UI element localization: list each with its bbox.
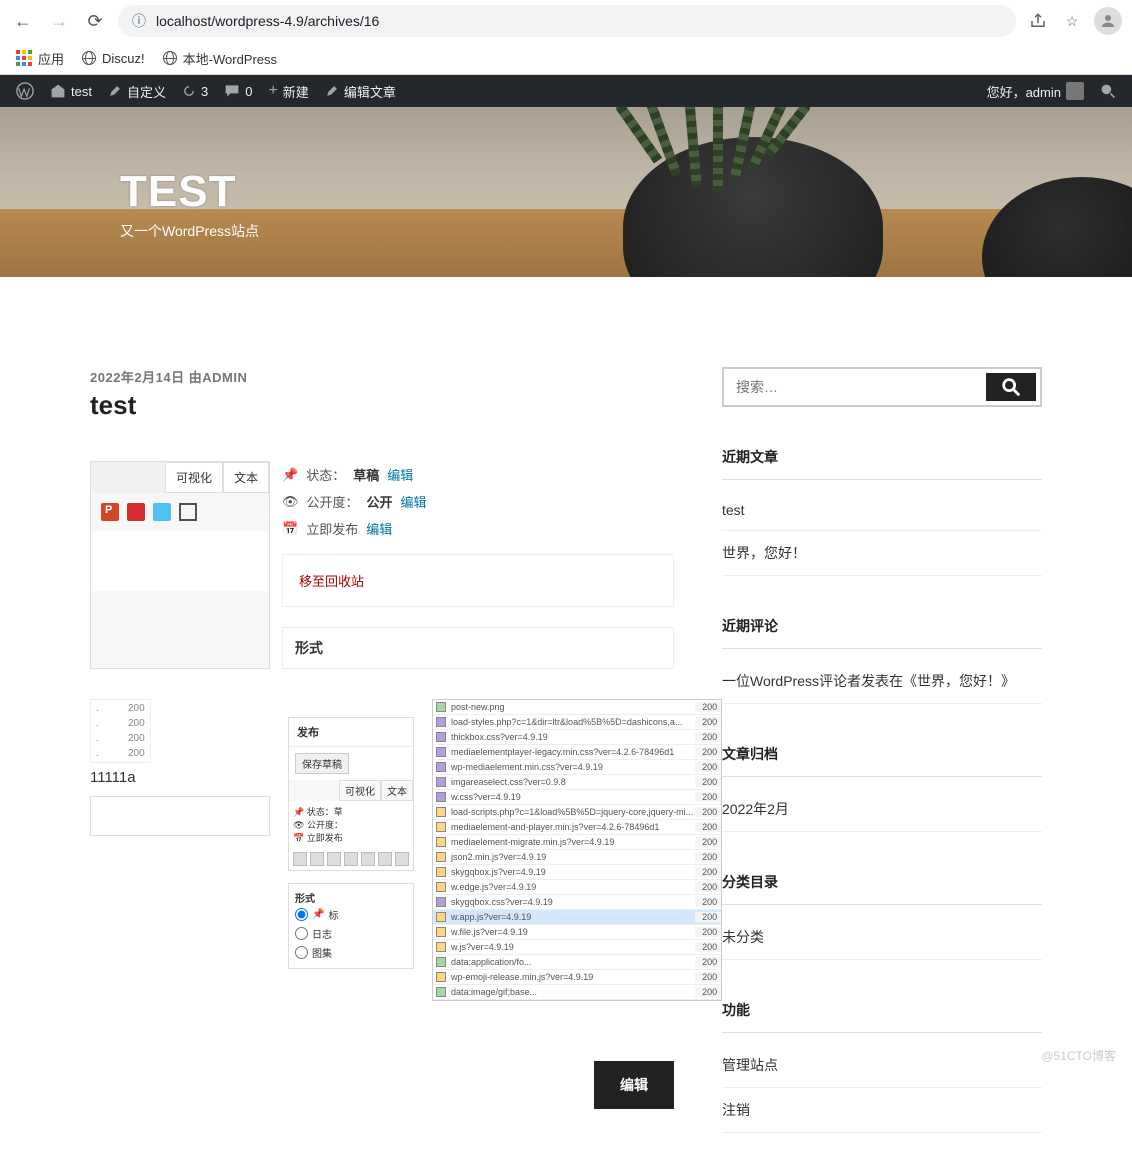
text-111: 11111a [90,769,270,786]
edit-post-button[interactable]: 编辑 [594,1061,674,1109]
fullscreen-icon[interactable] [179,503,197,521]
network-row[interactable]: w.app.js?ver=4.9.19200 [433,910,721,925]
list-item[interactable]: 注销 [722,1088,1042,1133]
network-row[interactable]: wp-emoji-release.min.js?ver=4.9.19200 [433,970,721,985]
info-icon[interactable]: ⓘ [132,11,146,31]
profile-avatar[interactable] [1094,7,1122,35]
search-button[interactable] [986,373,1036,401]
network-row[interactable]: w.js?ver=4.9.19200 [433,940,721,955]
post-author[interactable]: ADMIN [202,370,247,385]
post-meta: 2022年2月14日 由ADMIN [90,367,674,386]
editor-screenshot: 可视化 文本 [90,461,270,669]
share-icon[interactable] [1026,9,1050,33]
apps-icon [16,50,32,66]
browser-toolbar: ← → ⟳ ⓘ localhost/wordpress-4.9/archives… [0,0,1132,42]
edit-status-link[interactable]: 编辑 [387,465,413,484]
back-button[interactable]: ← [10,8,36,34]
network-row[interactable]: post-new.png200 [433,700,721,715]
list-item[interactable]: test [722,490,1042,531]
tab-visual[interactable]: 可视化 [165,462,223,493]
ppt-icon[interactable] [101,503,119,521]
widget-meta: 功能 管理站点注销 [722,1000,1042,1133]
list-item[interactable]: 世界，您好！ [722,531,1042,576]
wp-admin-bar: test 自定义 3 0 +新建 编辑文章 您好，admin [0,75,1132,107]
browser-chrome: ← → ⟳ ⓘ localhost/wordpress-4.9/archives… [0,0,1132,75]
network-row[interactable]: imgareaselect.css?ver=0.9.8200 [433,775,721,790]
network-row[interactable]: w.file.js?ver=4.9.19200 [433,925,721,940]
mini-format-box: 形式 📌标 日志 图集 [288,883,414,969]
site-tagline: 又一个WordPress站点 [120,221,259,241]
network-row[interactable]: data:application/fo...200 [433,955,721,970]
sidebar: 近期文章 test世界，您好！ 近期评论 一位WordPress评论者发表在《世… [722,367,1042,1133]
mini-publish-box: 发布 保存草稿 可视化文本 📌 状态：草 👁 公开度： 📅 立即发布 [288,717,414,871]
site-title[interactable]: TEST [120,167,259,217]
ab-new[interactable]: +新建 [260,75,316,107]
pdf-icon[interactable] [127,503,145,521]
widget-categories: 分类目录 未分类 [722,872,1042,960]
edit-schedule-link[interactable]: 编辑 [366,519,392,538]
network-row[interactable]: w.edge.js?ver=4.9.19200 [433,880,721,895]
globe-icon [82,51,96,65]
edit-visibility-link[interactable]: 编辑 [401,492,427,511]
calendar-icon: 📅 [282,521,298,537]
search-form [722,367,1042,407]
network-row[interactable]: load-scripts.php?c=1&load%5B%5D=jquery-c… [433,805,721,820]
network-row[interactable]: w.css?ver=4.9.19200 [433,790,721,805]
tiny-table: .200.200.200.200 [90,699,151,763]
network-row[interactable]: json2.min.js?ver=4.9.19200 [433,850,721,865]
network-row[interactable]: wp-mediaelement.min.css?ver=4.9.19200 [433,760,721,775]
network-panel: post-new.png200load-styles.php?c=1&dir=l… [432,699,722,1001]
user-avatar-icon [1066,82,1084,100]
network-row[interactable]: mediaelement-migrate.min.js?ver=4.9.1920… [433,835,721,850]
post-date: 2022年2月14日 [90,370,185,385]
apps-label: 应用 [38,49,64,68]
bookmarks-bar: 应用 Discuz! 本地-WordPress [0,42,1132,74]
pin-icon: 📌 [282,467,298,483]
network-row[interactable]: skygqbox.js?ver=4.9.19200 [433,865,721,880]
globe-icon [163,51,177,65]
network-row[interactable]: thickbox.css?ver=4.9.19200 [433,730,721,745]
network-row[interactable]: load-styles.php?c=1&dir=ltr&load%5B%5D=d… [433,715,721,730]
image-icon[interactable] [153,503,171,521]
widget-archives: 文章归档 2022年2月 [722,744,1042,832]
list-item[interactable]: 管理站点 [722,1043,1042,1088]
bookmark-discuz[interactable]: Discuz! [82,51,145,66]
address-bar[interactable]: ⓘ localhost/wordpress-4.9/archives/16 [118,5,1016,37]
list-item[interactable]: 2022年2月 [722,787,1042,832]
ab-site[interactable]: test [42,75,100,107]
format-title: 形式 [282,627,674,669]
list-item[interactable]: 未分类 [722,915,1042,960]
ab-edit[interactable]: 编辑文章 [317,75,404,107]
ab-customize[interactable]: 自定义 [100,75,174,107]
watermark: @51CTO博客 [1041,1047,1116,1064]
tab-text[interactable]: 文本 [223,462,269,493]
post-title: test [90,390,674,421]
network-row[interactable]: data:image/gif;base...200 [433,985,721,1000]
small-box [90,796,270,836]
search-input[interactable] [724,369,982,405]
move-to-trash[interactable]: 移至回收站 [282,554,674,607]
eye-icon: 👁 [282,494,299,510]
star-icon[interactable]: ☆ [1060,9,1084,33]
network-row[interactable]: mediaelement-and-player.min.js?ver=4.2.6… [433,820,721,835]
ab-search-icon[interactable] [1092,75,1124,107]
network-row[interactable]: mediaelementplayer-legacy.min.css?ver=4.… [433,745,721,760]
widget-recent-posts: 近期文章 test世界，您好！ [722,447,1042,576]
widget-recent-comments: 近期评论 一位WordPress评论者发表在《世界，您好！》 [722,616,1042,704]
bookmark-local-wp[interactable]: 本地-WordPress [163,49,277,68]
comment-item[interactable]: 一位WordPress评论者发表在《世界，您好！》 [722,659,1042,704]
ab-updates[interactable]: 3 [174,75,216,107]
main-content: 2022年2月14日 由ADMIN test 可视化 文本 📌状态：草稿 编辑 [90,367,674,1133]
network-row[interactable]: skygqbox.css?ver=4.9.19200 [433,895,721,910]
ab-account[interactable]: 您好，admin [979,75,1092,107]
site-header: TEST 又一个WordPress站点 [0,107,1132,277]
save-draft-btn[interactable]: 保存草稿 [295,753,349,774]
forward-button[interactable]: → [46,8,72,34]
apps-button[interactable]: 应用 [16,49,64,68]
wp-logo[interactable] [8,75,42,107]
url-text: localhost/wordpress-4.9/archives/16 [156,13,1002,29]
ab-comments[interactable]: 0 [216,75,260,107]
publish-box: 📌状态：草稿 编辑 👁公开度：公开 编辑 📅立即发布 编辑 移至回收站 形式 [282,461,674,669]
reload-button[interactable]: ⟳ [82,8,108,34]
